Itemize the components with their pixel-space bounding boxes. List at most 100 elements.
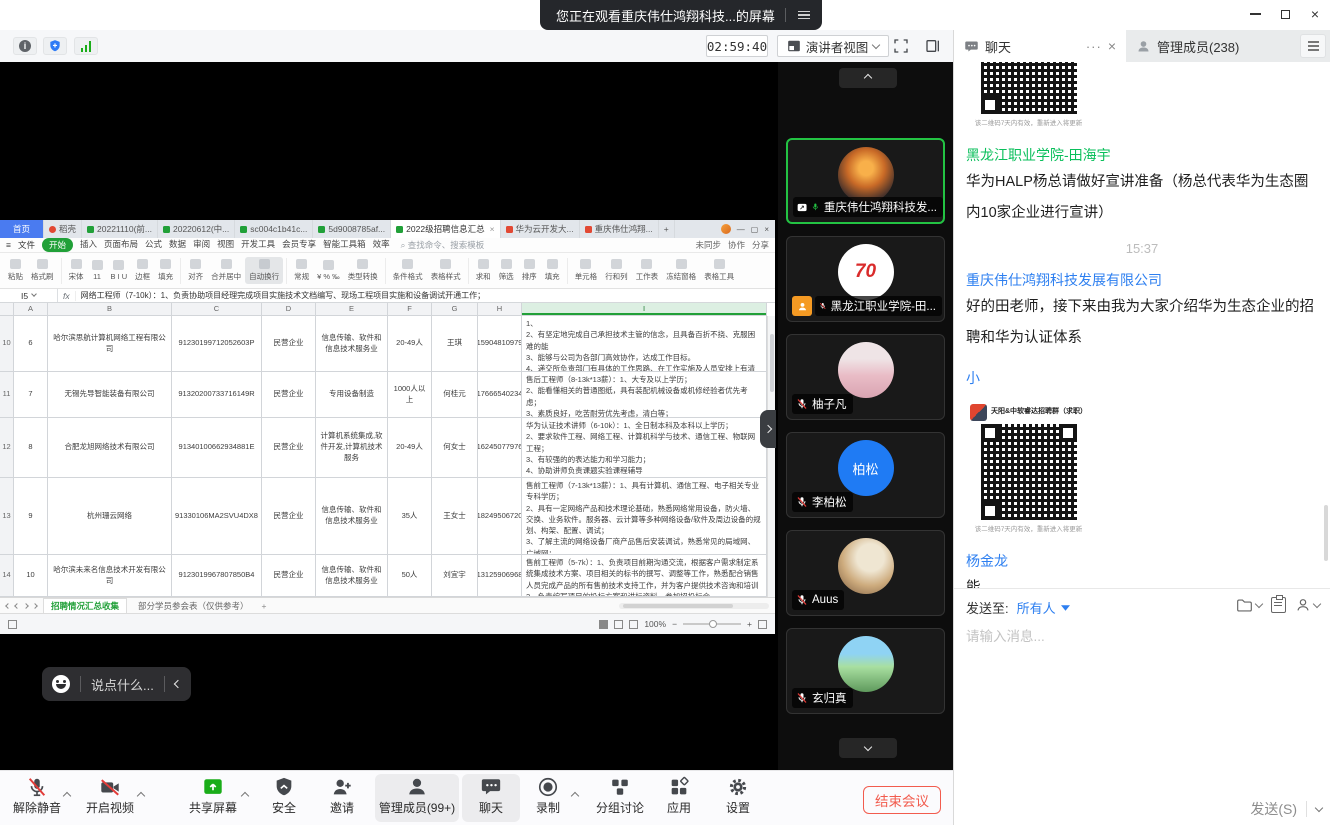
chevron-up-icon	[241, 792, 249, 800]
caption-input[interactable]: 说点什么...	[91, 675, 154, 694]
send-to-dropdown[interactable]: 所有人	[1017, 598, 1070, 617]
mention-member-button[interactable]	[1295, 597, 1320, 613]
wps-ribbon-tabs: 开始插入页面布局公式数据审阅视图开发工具会员专享智能工具箱效率	[42, 238, 390, 252]
minimize-button[interactable]	[1240, 0, 1270, 28]
emoji-icon[interactable]	[52, 675, 70, 693]
maximize-button[interactable]	[1270, 0, 1300, 28]
message-input[interactable]: 请输入消息...	[966, 625, 1045, 645]
toolbar-expand-chevron[interactable]	[242, 786, 248, 804]
chevron-up-icon	[571, 792, 579, 800]
table-cell: 17666540234	[478, 372, 522, 418]
ribbon-button: 冻结窗格	[662, 259, 700, 282]
toolbar-expand-chevron[interactable]	[64, 786, 70, 804]
toolbar-item-mic-muted[interactable]: 解除静音	[6, 775, 68, 816]
chat-scrollbar[interactable]	[1324, 505, 1328, 561]
participant-thumbnail[interactable]: 柚子凡	[786, 334, 945, 420]
file-attach-button[interactable]	[1236, 598, 1262, 613]
wps-ribbon-tab: 会员专享	[282, 238, 316, 252]
close-chat-icon[interactable]: ×	[1108, 38, 1116, 54]
info-icon: i	[19, 40, 31, 52]
close-button[interactable]: ×	[1300, 0, 1330, 28]
table-cell: 民营企业	[262, 418, 316, 478]
caption-bar: 说点什么...	[42, 667, 191, 701]
toolbar-item-members[interactable]: 管理成员(99+)	[375, 774, 459, 822]
scroll-up-button[interactable]	[839, 68, 897, 88]
participant-thumbnail[interactable]: 柏松李柏松	[786, 432, 945, 518]
participant-name-badge: 柚子凡	[792, 394, 853, 414]
message-image-qr[interactable]: 该二维码7天内有效，重新进入将更新	[966, 62, 1091, 131]
column-header: H	[478, 303, 522, 316]
send-options-icon[interactable]	[1315, 803, 1323, 811]
toolbar-item-label: 管理成员(99+)	[375, 799, 459, 816]
end-meeting-button[interactable]: 结束会议	[863, 786, 941, 814]
toolbar-item-record[interactable]: 录制	[524, 775, 572, 816]
grid-header-row: ABCDEFGHI	[0, 303, 775, 316]
record-icon	[524, 775, 572, 799]
participant-thumbnail[interactable]: 70黑龙江职业学院-田...	[786, 236, 945, 322]
ribbon-separator	[61, 258, 62, 284]
tab-chat[interactable]: 聊天 ··· ×	[954, 30, 1126, 62]
toolbar-expand-chevron[interactable]	[138, 786, 144, 804]
banner-menu-icon[interactable]	[796, 9, 812, 22]
wps-status-bar: 100% − +	[0, 613, 775, 634]
toolbar-expand-chevron[interactable]	[572, 786, 578, 804]
watching-banner[interactable]: 您正在观看重庆伟仕鸿翔科技...的屏幕	[540, 0, 822, 30]
ribbon-button: 工作表	[632, 259, 663, 282]
tab-members[interactable]: 管理成员(238)	[1126, 30, 1298, 62]
announcement-button[interactable]	[1271, 597, 1286, 613]
send-button[interactable]: 发送(S)	[1250, 799, 1297, 819]
table-cell: 无锡先导智能装备有限公司	[48, 372, 172, 418]
wps-action: 协作	[728, 239, 745, 251]
avatar: 柏松	[838, 440, 894, 496]
mic-muted-icon	[796, 398, 808, 410]
toolbar-item-breakout[interactable]: 分组讨论	[590, 775, 650, 816]
doc-icon	[163, 226, 170, 233]
panel-toggle-button[interactable]	[925, 38, 941, 59]
ribbon-separator	[385, 258, 386, 284]
status-page-icon	[8, 620, 17, 629]
toolbar-item-share-screen[interactable]: 共享屏幕	[182, 775, 244, 816]
message-image-qr[interactable]: 天阳&中软睿达招聘群（求职）该二维码7天内有效，重新进入将更新	[966, 400, 1091, 537]
toolbar-item-label: 设置	[714, 799, 762, 816]
ribbon-button: 填充	[154, 259, 177, 282]
toolbar-item-invite[interactable]: 邀请	[316, 775, 368, 816]
message-sender-name: 小	[966, 368, 1318, 388]
network-signal-button[interactable]	[74, 37, 98, 55]
encryption-shield-button[interactable]	[43, 37, 67, 55]
signal-bars-icon	[81, 41, 92, 52]
view-page-icon	[614, 620, 623, 629]
toolbar-item-settings-gear[interactable]: 设置	[714, 775, 762, 816]
view-mode-button[interactable]: 演讲者视图	[777, 35, 889, 57]
ribbon-button: 对齐	[184, 259, 207, 282]
wps-doc-tab: 20221110(前...	[82, 220, 158, 238]
send-to-label: 发送至:	[966, 598, 1009, 617]
ribbon-button-label: 求和	[476, 271, 491, 282]
ribbon-button-icon	[402, 259, 413, 269]
participant-thumbnail[interactable]: 玄归真	[786, 628, 945, 714]
participant-thumbnail[interactable]: 重庆伟仕鸿翔科技发...	[786, 138, 945, 224]
wps-action: 未同步	[695, 239, 721, 251]
fullscreen-button[interactable]	[893, 38, 909, 59]
toolbar-item-label: 应用	[656, 799, 702, 816]
row-header: 14	[0, 555, 14, 597]
meeting-info-button[interactable]: i	[13, 37, 37, 55]
participant-thumbnail[interactable]: Auus	[786, 530, 945, 616]
mic-muted-icon	[796, 496, 808, 508]
toolbar-item-camera-off[interactable]: 开启视频	[78, 775, 142, 816]
ribbon-separator	[286, 258, 287, 284]
panel-menu-button[interactable]	[1300, 34, 1326, 58]
table-cell: 16245077976	[478, 418, 522, 478]
table-cell: 13125906968	[478, 555, 522, 597]
collapse-left-icon[interactable]	[174, 680, 182, 688]
ribbon-button: 排序	[518, 259, 541, 282]
scroll-down-button[interactable]	[839, 738, 897, 758]
ribbon-button: 自动换行	[245, 257, 283, 284]
toolbar-item-security-shield[interactable]: 安全	[260, 775, 308, 816]
more-options-icon[interactable]: ···	[1086, 39, 1102, 54]
toolbar-item-apps[interactable]: 应用	[656, 775, 702, 816]
participant-name-badge: 玄归真	[792, 688, 853, 708]
wps-sheet-bar: 招聘情况汇总收集部分学员参会表（仅供参考） +	[0, 597, 775, 613]
maximize-icon	[1281, 10, 1290, 19]
thumbnail-collapse-handle[interactable]	[760, 410, 776, 448]
toolbar-item-chat-bubble[interactable]: 聊天	[462, 774, 520, 822]
